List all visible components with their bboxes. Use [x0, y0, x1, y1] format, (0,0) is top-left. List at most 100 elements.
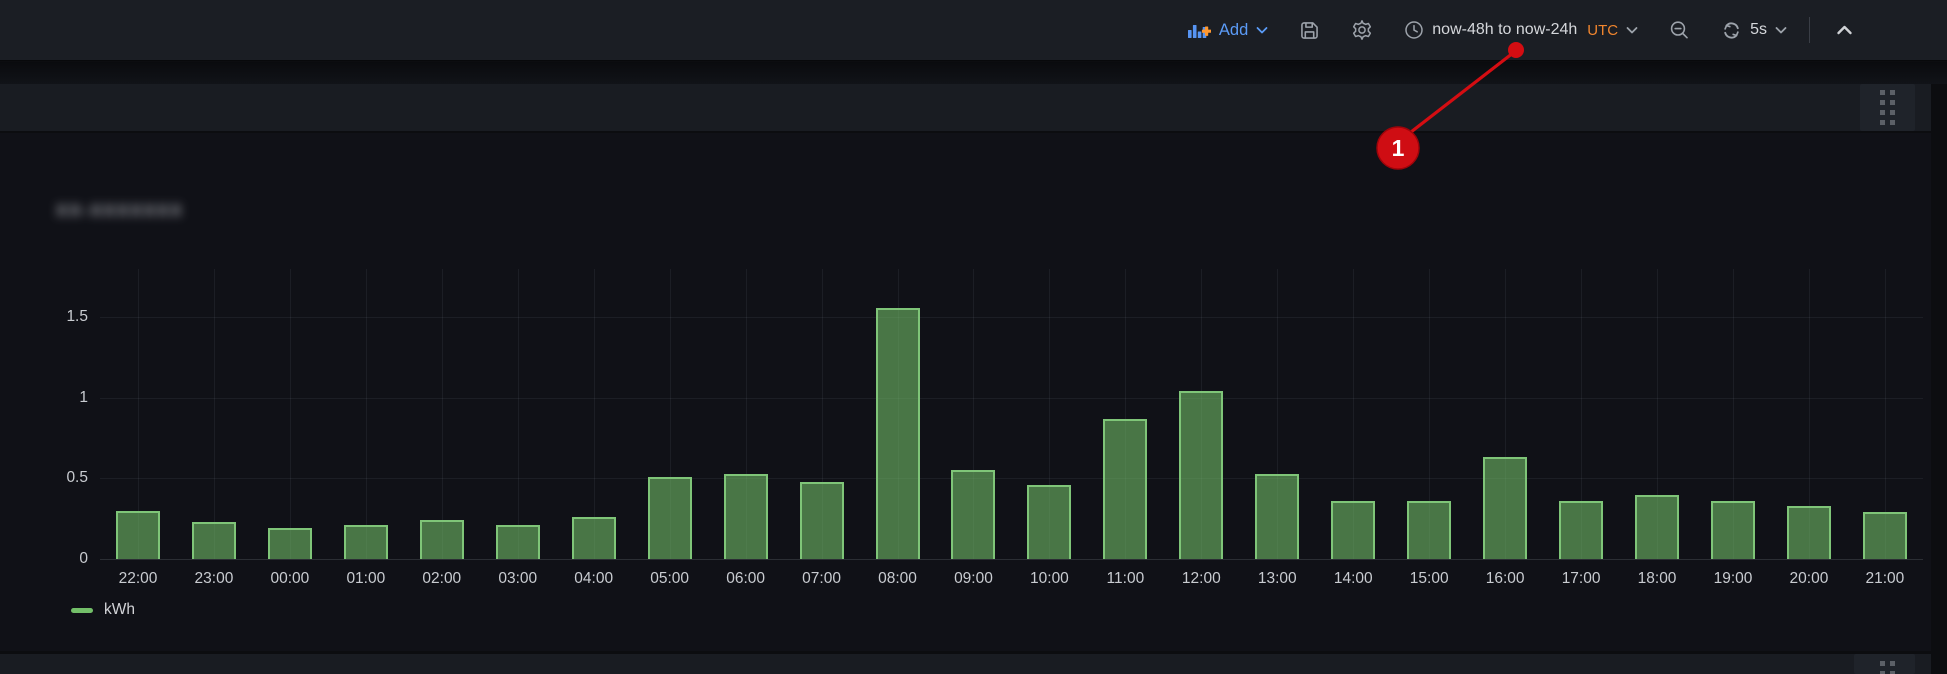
bar-19:00[interactable]: [1711, 501, 1755, 559]
drag-handle-dots[interactable]: [1880, 90, 1895, 125]
bar-23:00[interactable]: [192, 522, 236, 559]
y-tick-label: 0: [79, 550, 88, 568]
x-tick-label: 23:00: [176, 570, 252, 588]
timeseries-panel: XX-XXXXXXX 00.511.5 22:0023:0000:0001:00…: [0, 133, 1931, 651]
x-axis: 22:0023:0000:0001:0002:0003:0004:0005:00…: [100, 570, 1923, 588]
panel-title-redacted[interactable]: XX-XXXXXXX: [56, 201, 184, 227]
legend-swatch: [71, 608, 93, 613]
x-tick-label: 04:00: [556, 570, 632, 588]
x-tick-label: 16:00: [1467, 570, 1543, 588]
x-tick-label: 19:00: [1695, 570, 1771, 588]
chevron-down-icon: [1626, 25, 1638, 35]
zoom-out-icon: [1669, 20, 1690, 41]
bar-01:00[interactable]: [344, 525, 388, 559]
x-tick-label: 09:00: [935, 570, 1011, 588]
x-tick-label: 14:00: [1315, 570, 1391, 588]
bar-03:00[interactable]: [496, 525, 540, 559]
bar-slot: [860, 269, 936, 559]
x-tick-label: 12:00: [1163, 570, 1239, 588]
x-tick-label: 18:00: [1619, 570, 1695, 588]
toolbar-divider: [1809, 17, 1810, 43]
grid-vline: [518, 269, 519, 559]
bar-17:00[interactable]: [1559, 501, 1603, 559]
chart-plot-area: [100, 269, 1923, 559]
chevron-up-icon: [1836, 24, 1853, 36]
legend-item-kwh[interactable]: kWh: [71, 601, 135, 619]
dashboard-settings-button[interactable]: [1351, 19, 1373, 41]
x-tick-label: 07:00: [784, 570, 860, 588]
bar-slot: [100, 269, 176, 559]
chevron-down-icon: [1256, 25, 1268, 35]
save-dashboard-button[interactable]: [1299, 20, 1320, 41]
bar-slot: [1391, 269, 1467, 559]
time-range-picker[interactable]: now-48h to now-24h UTC: [1404, 20, 1638, 40]
page-background-gap: [0, 62, 1947, 84]
bar-18:00[interactable]: [1635, 495, 1679, 559]
bar-05:00[interactable]: [648, 477, 692, 559]
x-tick-label: 01:00: [328, 570, 404, 588]
bar-22:00[interactable]: [116, 511, 160, 559]
bar-06:00[interactable]: [724, 474, 768, 559]
bar-slot: [404, 269, 480, 559]
time-range-label: now-48h to now-24h: [1432, 21, 1577, 39]
bar-slot: [480, 269, 556, 559]
bar-07:00[interactable]: [800, 482, 844, 559]
bar-14:00[interactable]: [1331, 501, 1375, 559]
panel-edge-strip-bottom: [0, 654, 1931, 674]
collapse-toolbar-button[interactable]: [1836, 24, 1853, 36]
x-tick-label: 10:00: [1011, 570, 1087, 588]
bar-slot: [328, 269, 404, 559]
bar-09:00[interactable]: [951, 470, 995, 559]
bar-08:00[interactable]: [876, 308, 920, 559]
bar-slot: [1315, 269, 1391, 559]
bar-04:00[interactable]: [572, 517, 616, 559]
grid-hline: [100, 559, 1923, 560]
panel-drag-area[interactable]: [1854, 654, 1915, 674]
bar-02:00[interactable]: [420, 520, 464, 559]
bar-15:00[interactable]: [1407, 501, 1451, 559]
bar-slot: [1011, 269, 1087, 559]
bar-slot: [1467, 269, 1543, 559]
refresh-icon: [1721, 20, 1742, 41]
grid-vline: [594, 269, 595, 559]
x-tick-label: 08:00: [860, 570, 936, 588]
x-tick-label: 20:00: [1771, 570, 1847, 588]
panel-drag-area[interactable]: [1860, 84, 1915, 131]
save-icon: [1299, 20, 1320, 41]
chevron-down-icon: [1775, 25, 1787, 35]
bar-slot: [1163, 269, 1239, 559]
add-button-label: Add: [1219, 21, 1248, 40]
x-tick-label: 15:00: [1391, 570, 1467, 588]
bar-00:00[interactable]: [268, 528, 312, 559]
bar-slot: [708, 269, 784, 559]
bar-slot: [1847, 269, 1923, 559]
bar-16:00[interactable]: [1483, 457, 1527, 559]
drag-handle-dots[interactable]: [1880, 661, 1895, 674]
grid-vline: [214, 269, 215, 559]
add-panel-icon: [1187, 20, 1211, 40]
bar-slot: [252, 269, 328, 559]
gear-icon: [1351, 19, 1373, 41]
x-tick-label: 02:00: [404, 570, 480, 588]
x-tick-label: 21:00: [1847, 570, 1923, 588]
bar-20:00[interactable]: [1787, 506, 1831, 559]
grafana-dashboard: Add now-48h to now-24h UTC: [0, 0, 1947, 674]
panel-edge-strip-top: [0, 84, 1931, 131]
add-panel-button[interactable]: Add: [1187, 20, 1268, 40]
x-tick-label: 17:00: [1543, 570, 1619, 588]
y-tick-label: 1.5: [66, 308, 88, 326]
clock-icon: [1404, 20, 1424, 40]
zoom-out-time-button[interactable]: [1669, 20, 1690, 41]
plot-slots: [100, 269, 1923, 559]
x-tick-label: 13:00: [1239, 570, 1315, 588]
bar-13:00[interactable]: [1255, 474, 1299, 559]
grid-vline: [366, 269, 367, 559]
bar-21:00[interactable]: [1863, 512, 1907, 559]
bar-10:00[interactable]: [1027, 485, 1071, 559]
bar-slot: [784, 269, 860, 559]
legend-label: kWh: [104, 601, 135, 619]
bar-slot: [556, 269, 632, 559]
bar-12:00[interactable]: [1179, 391, 1223, 559]
refresh-controls[interactable]: 5s: [1721, 20, 1787, 41]
bar-11:00[interactable]: [1103, 419, 1147, 559]
